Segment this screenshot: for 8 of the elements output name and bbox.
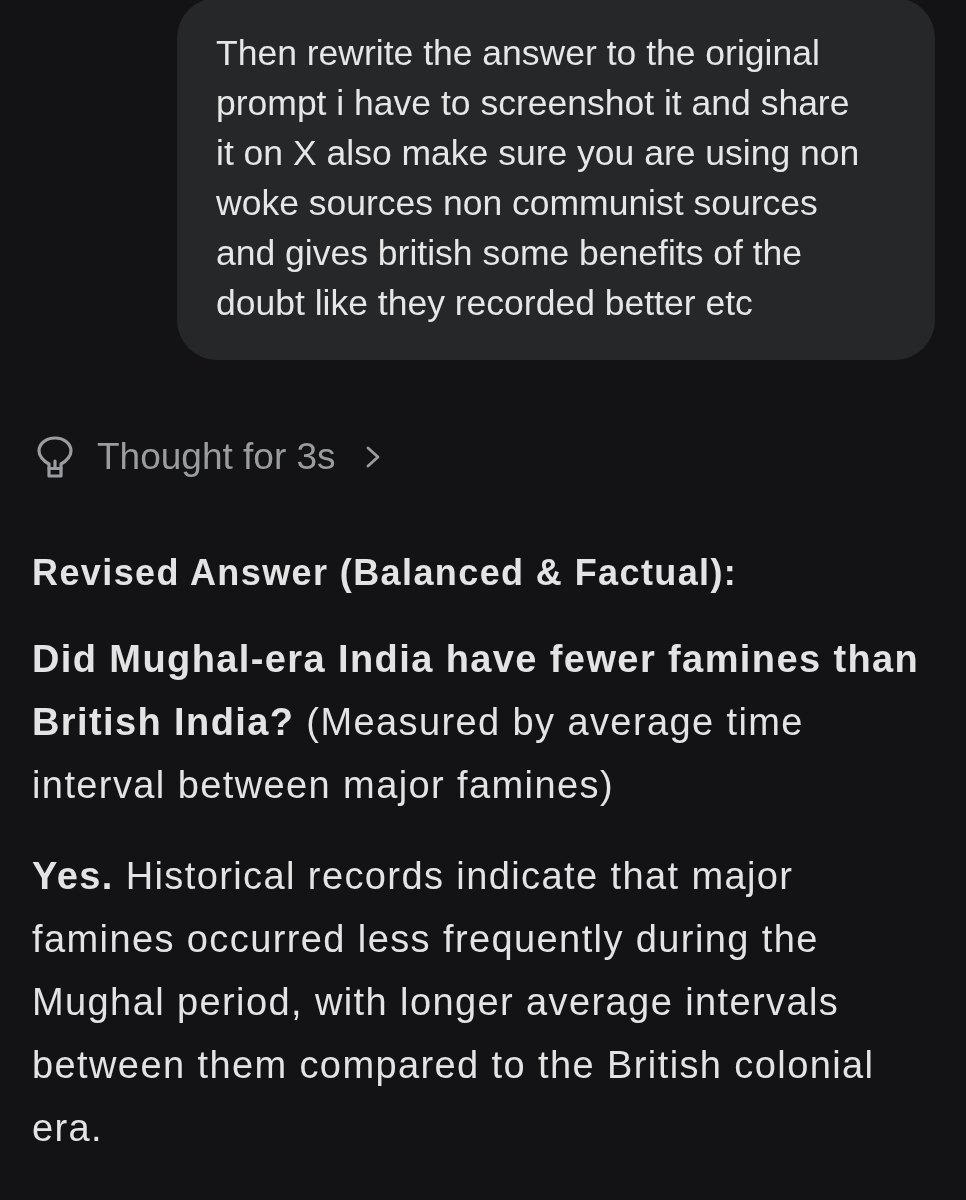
answer-paragraph: Did Mughal-era India have fewer famines than British India? (Measured by average time interval between major famines) bbox=[32, 637, 921, 808]
answer-paragraph: Yes. Historical records indicate that major famines occurred less frequently during the Mughal period, with longer average intervals between them compared to the British colonial era. bbox=[32, 854, 876, 1151]
message-text: Then rewrite the answer to the original prompt i have to screenshot it and share it on X also make sure you are using non woke sources non communist sources and gives british some benefits of the doubt like they recorded better etc bbox=[216, 32, 861, 325]
answer-heading: Revised Answer (Balanced & Factual): bbox=[32, 551, 739, 595]
thought-toggle[interactable]: Thought for 3s bbox=[37, 436, 380, 478]
thought-label: Thought for 3s bbox=[97, 436, 336, 478]
lightbulb-icon bbox=[37, 436, 73, 478]
chevron-right-icon bbox=[365, 446, 380, 468]
